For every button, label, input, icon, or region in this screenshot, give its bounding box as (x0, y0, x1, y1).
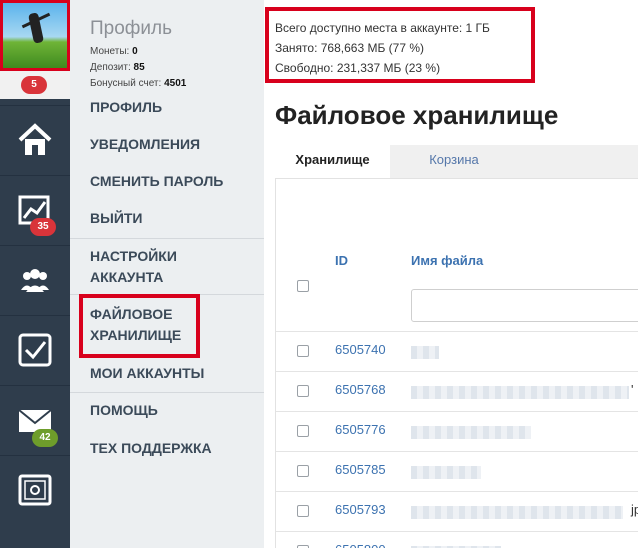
menu-item-help[interactable]: ПОМОЩЬ (90, 400, 158, 421)
file-id-link[interactable]: 6505800 (335, 542, 386, 548)
mail-badge: 42 (32, 429, 58, 447)
profile-menu: Профиль Монеты: 0 Депозит: 85 Бонусный с… (70, 0, 264, 548)
table-row[interactable]: 6505740 (276, 331, 638, 371)
coins-stat: Монеты: 0 (90, 46, 138, 57)
deposit-stat: Депозит: 85 (90, 62, 145, 73)
file-id-link[interactable]: 6505785 (335, 462, 386, 477)
filename-filter-input[interactable] (411, 289, 638, 322)
menu-item-notifications[interactable]: УВЕДОМЛЕНИЯ (90, 134, 200, 155)
filename-tail: jp (631, 502, 638, 517)
file-id-link[interactable]: 6505740 (335, 342, 386, 357)
rail-item-storage[interactable] (0, 455, 70, 525)
file-id-link[interactable]: 6505768 (335, 382, 386, 397)
filename-tail: ' (631, 382, 634, 397)
menu-divider (70, 392, 264, 393)
row-checkbox[interactable] (297, 465, 309, 477)
avatar-highlight[interactable] (0, 0, 70, 71)
rail-item-mail[interactable]: 42 (0, 385, 70, 455)
avatar-badge-strip: 5 (0, 71, 70, 99)
menu-item-account-settings[interactable]: НАСТРОЙКИ АККАУНТА (90, 246, 177, 288)
file-table: ID Имя файла 6505740 6505768 ' 6505776 6… (275, 178, 638, 548)
page-title: Файловое хранилище (275, 100, 559, 130)
file-id-link[interactable]: 6505793 (335, 502, 386, 517)
users-icon (21, 269, 49, 292)
row-checkbox[interactable] (297, 425, 309, 437)
menu-item-profile[interactable]: ПРОФИЛЬ (90, 97, 162, 118)
menu-item-change-password[interactable]: СМЕНИТЬ ПАРОЛЬ (90, 171, 223, 192)
row-checkbox[interactable] (297, 505, 309, 517)
table-row[interactable]: 6505768 ' (276, 371, 638, 411)
table-row[interactable]: 6505793 jp (276, 491, 638, 531)
tab-storage[interactable]: Хранилище (275, 145, 390, 178)
safe-icon (18, 474, 52, 506)
storage-free: Свободно: 231,337 МБ (23 %) (275, 61, 441, 75)
menu-item-logout[interactable]: ВЫЙТИ (90, 208, 143, 229)
row-checkbox[interactable] (297, 385, 309, 397)
filename-redacted (411, 346, 439, 359)
icon-rail: 5 35 42 (0, 0, 70, 548)
tab-trash[interactable]: Корзина (397, 145, 511, 178)
menu-divider (70, 238, 264, 239)
storage-total: Всего доступно места в аккаунте: 1 ГБ (275, 21, 490, 35)
filename-redacted (411, 466, 481, 479)
home-icon (18, 123, 52, 155)
checkbox-icon (18, 333, 52, 367)
rail-item-users[interactable] (0, 245, 70, 315)
file-storage-highlight (79, 294, 200, 358)
menu-item-my-accounts[interactable]: МОИ АККАУНТЫ (90, 363, 204, 384)
menu-item-support[interactable]: ТЕХ ПОДДЕРЖКА (90, 438, 212, 459)
storage-info-box: Всего доступно места в аккаунте: 1 ГБ За… (265, 7, 535, 83)
column-header-id[interactable]: ID (335, 253, 348, 268)
bonus-stat: Бонусный счет: 4501 (90, 78, 187, 89)
rail-item-stats[interactable]: 35 (0, 175, 70, 245)
stats-badge: 35 (30, 218, 56, 236)
file-id-link[interactable]: 6505776 (335, 422, 386, 437)
table-row[interactable]: 6505776 (276, 411, 638, 451)
rail-item-home[interactable] (0, 105, 70, 175)
avatar[interactable] (3, 3, 67, 68)
storage-tabs: Хранилище Корзина (275, 145, 638, 178)
column-header-filename[interactable]: Имя файла (411, 253, 483, 268)
row-checkbox[interactable] (297, 345, 309, 357)
notification-badge: 5 (21, 76, 47, 94)
table-row[interactable]: 6505800 (276, 531, 638, 548)
filename-redacted (411, 426, 531, 439)
filename-redacted (411, 386, 629, 399)
filename-redacted (411, 506, 623, 519)
profile-title: Профиль (90, 18, 173, 39)
table-row[interactable]: 6505785 (276, 451, 638, 491)
rail-item-tasks[interactable] (0, 315, 70, 385)
select-all-checkbox[interactable] (297, 280, 309, 292)
storage-used: Занято: 768,663 МБ (77 %) (275, 41, 425, 55)
